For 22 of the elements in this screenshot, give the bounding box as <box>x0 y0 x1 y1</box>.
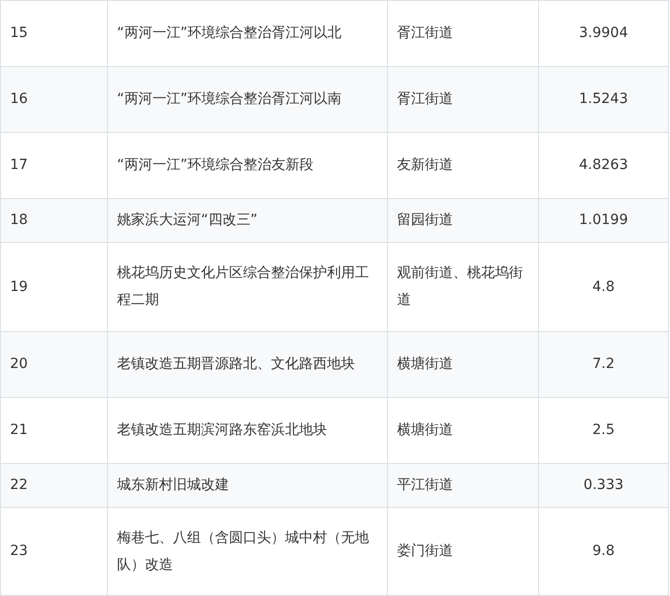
table-cell: 城东新村旧城改建 <box>108 464 388 508</box>
table-cell: 平江街道 <box>388 464 538 508</box>
table-cell: 7.2 <box>538 332 668 398</box>
table-cell: 22 <box>0 464 108 508</box>
table-cell: 1.5243 <box>538 66 668 132</box>
table-cell: 留园街道 <box>388 198 538 242</box>
table-cell: 20 <box>0 332 108 398</box>
table-cell: 23 <box>0 508 108 596</box>
table-cell: 横塘街道 <box>388 332 538 398</box>
table-cell: 9.8 <box>538 508 668 596</box>
table-cell: “两河一江”环境综合整治胥江河以南 <box>108 66 388 132</box>
table-cell: 梅巷七、八组（含圆口头）城中村（无地队）改造 <box>108 508 388 596</box>
table-cell: 16 <box>0 66 108 132</box>
table-cell: 姚家浜大运河“四改三” <box>108 198 388 242</box>
table-cell: 老镇改造五期晋源路北、文化路西地块 <box>108 332 388 398</box>
table-cell: 0.333 <box>538 464 668 508</box>
table-cell: 15 <box>0 0 108 66</box>
table-cell: 1.0199 <box>538 198 668 242</box>
table-cell: 娄门街道 <box>388 508 538 596</box>
table-cell: “两河一江”环境综合整治胥江河以北 <box>108 0 388 66</box>
table-cell: 18 <box>0 198 108 242</box>
table-cell: 胥江街道 <box>388 66 538 132</box>
